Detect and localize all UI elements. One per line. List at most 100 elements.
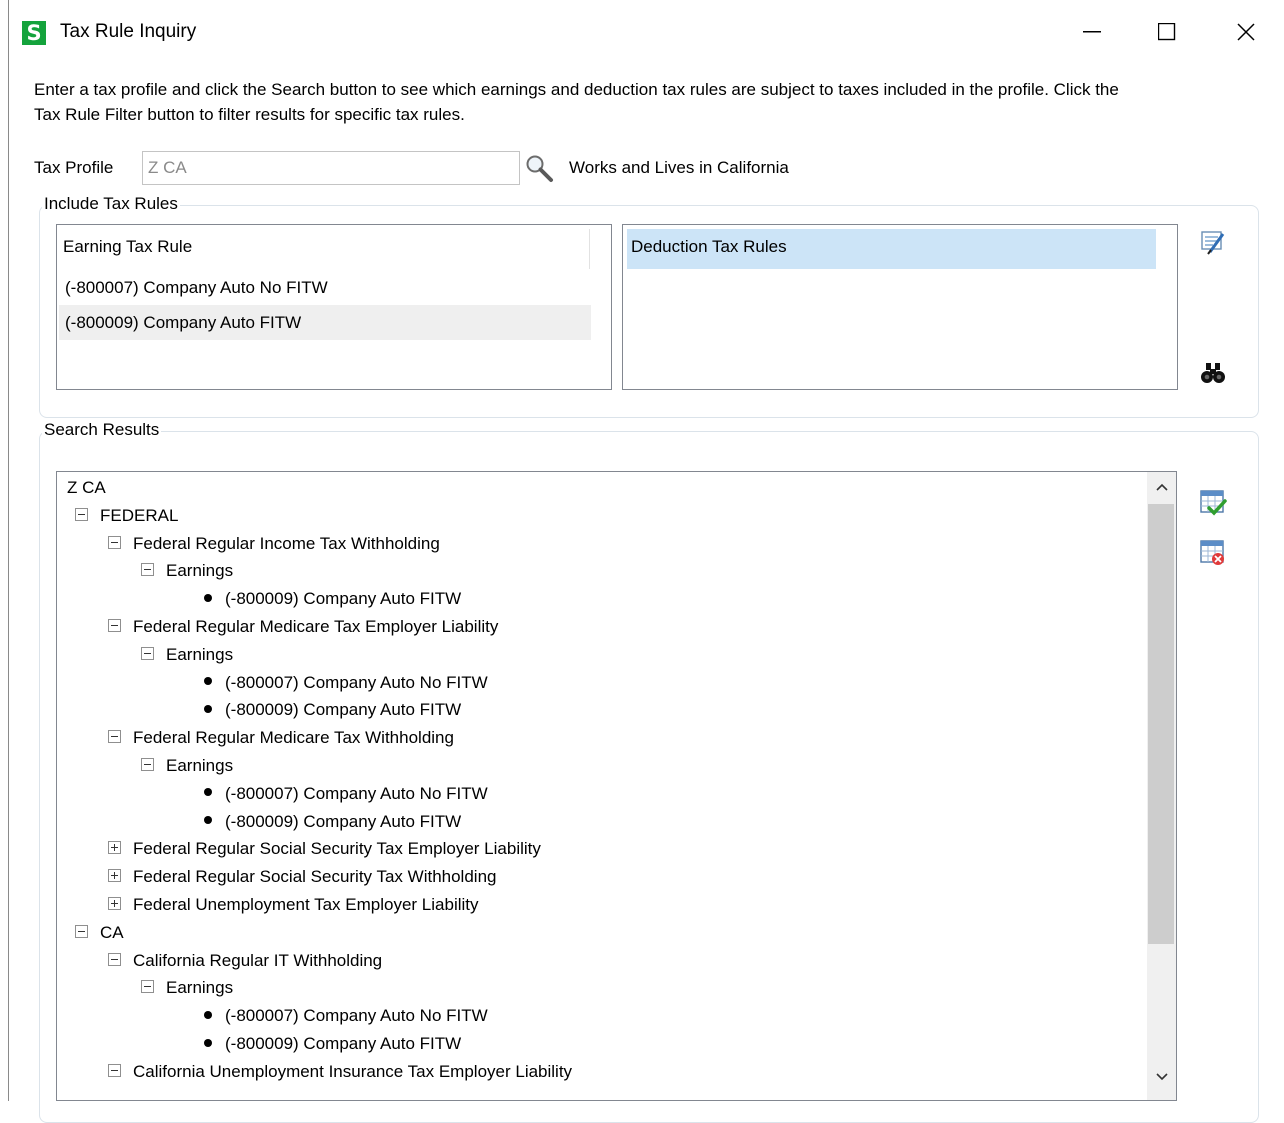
include-tax-rules-title: Include Tax Rules <box>42 194 180 214</box>
collapse-toggle-icon[interactable] <box>108 730 121 744</box>
tree-node-label: (-800009) Company Auto FITW <box>225 811 462 831</box>
tree-leaf-item[interactable]: (-800007) Company Auto No FITW <box>204 781 488 807</box>
binoculars-icon <box>1201 363 1225 383</box>
expand-toggle-icon[interactable] <box>108 869 121 883</box>
collapse-toggle-icon[interactable] <box>141 563 154 577</box>
tax-profile-input[interactable] <box>142 151 520 185</box>
tree-leaf-item[interactable]: (-800009) Company Auto FITW <box>204 809 461 835</box>
tree-node-label: Earnings <box>166 561 234 581</box>
expand-all-button[interactable] <box>1198 488 1230 520</box>
tree-node[interactable]: Earnings <box>141 753 233 779</box>
tree-leaf-item[interactable]: (-800007) Company Auto No FITW <box>204 1003 488 1029</box>
tree-node-label: Federal Regular Social Security Tax Empl… <box>133 839 541 859</box>
scrollbar-thumb[interactable] <box>1148 504 1174 944</box>
expand-toggle-icon[interactable] <box>108 841 121 855</box>
maximize-button[interactable] <box>1145 14 1189 50</box>
chevron-up-icon <box>1155 483 1168 491</box>
expand-toggle-icon[interactable] <box>108 897 121 911</box>
magnifier-icon <box>526 155 553 182</box>
tree-node-label: California Unemployment Insurance Tax Em… <box>133 1061 573 1081</box>
minimize-button[interactable] <box>1070 14 1114 50</box>
tax-rule-filter-icon <box>1201 231 1225 255</box>
tree-node-label: (-800009) Company Auto FITW <box>225 700 462 720</box>
bullet-icon <box>204 1010 212 1019</box>
maximize-icon <box>1158 23 1176 41</box>
tax-profile-label: Tax Profile <box>34 158 114 177</box>
tree-node[interactable]: Federal Regular Medicare Tax Employer Li… <box>108 614 498 640</box>
tree-node-label: California Regular IT Withholding <box>133 950 383 970</box>
collapse-toggle-icon[interactable] <box>141 646 154 660</box>
bullet-icon <box>204 788 212 797</box>
tree-node-label: Federal Regular Social Security Tax With… <box>133 867 497 887</box>
tree-leaf-item[interactable]: (-800009) Company Auto FITW <box>204 1031 461 1057</box>
tree-node[interactable]: California Unemployment Insurance Tax Em… <box>108 1059 572 1085</box>
earning-list-item[interactable]: (-800007) Company Auto No FITW <box>59 270 591 305</box>
tree-node-label: (-800007) Company Auto No FITW <box>225 672 488 692</box>
close-button[interactable] <box>1224 14 1268 50</box>
scroll-down-button[interactable] <box>1147 1062 1176 1092</box>
sage-logo-icon: S <box>22 21 46 45</box>
tree-node[interactable]: CA <box>75 920 124 946</box>
tree-node[interactable]: California Regular IT Withholding <box>108 948 382 974</box>
tree-node-label: (-800009) Company Auto FITW <box>225 1034 462 1053</box>
tree-node-label: (-800007) Company Auto No FITW <box>225 783 488 803</box>
tree-node[interactable]: Federal Regular Medicare Tax Withholding <box>108 725 454 751</box>
collapse-toggle-icon[interactable] <box>108 1063 121 1077</box>
column-divider <box>589 229 590 269</box>
tree-node-label: Federal Regular Income Tax Withholding <box>133 533 440 553</box>
bullet-icon <box>204 704 212 713</box>
tree-node-label: Federal Regular Medicare Tax Withholding <box>133 728 454 748</box>
chevron-down-icon <box>1155 1073 1168 1081</box>
tree-node-label: Federal Regular Medicare Tax Employer Li… <box>133 617 499 636</box>
earning-list-item[interactable]: (-800009) Company Auto FITW <box>59 305 591 340</box>
collapse-toggle-icon[interactable] <box>75 507 88 521</box>
collapse-toggle-icon[interactable] <box>108 619 121 633</box>
collapse-toggle-icon[interactable] <box>108 535 121 549</box>
collapse-all-button[interactable] <box>1198 538 1230 570</box>
tree-node-label: CA <box>100 922 124 942</box>
minimize-icon <box>1083 31 1101 33</box>
collapse-toggle-icon[interactable] <box>75 924 88 938</box>
collapse-toggle-icon[interactable] <box>141 758 154 772</box>
window-title: Tax Rule Inquiry <box>60 21 197 42</box>
tree-node[interactable]: Earnings <box>141 975 233 1001</box>
tree-leaf-item[interactable]: (-800007) Company Auto No FITW <box>204 670 488 696</box>
tree-node[interactable]: Federal Regular Social Security Tax With… <box>108 864 496 890</box>
tax-rule-filter-button[interactable] <box>1197 226 1229 258</box>
close-icon <box>1237 23 1255 41</box>
collapse-toggle-icon[interactable] <box>141 980 154 994</box>
vertical-scrollbar[interactable] <box>1147 472 1176 1100</box>
tree-node-label: Earnings <box>166 644 234 664</box>
tree-node-label: (-800009) Company Auto FITW <box>225 589 462 609</box>
tree-node[interactable]: Federal Regular Income Tax Withholding <box>108 531 440 557</box>
tax-profile-description: Works and Lives in California <box>569 158 789 177</box>
earning-tax-rule-header: Earning Tax Rule <box>63 237 193 256</box>
tax-rule-inquiry-window: S Tax Rule Inquiry Enter a tax profile a… <box>8 0 1284 1123</box>
tree-node[interactable]: Earnings <box>141 642 233 668</box>
scroll-up-button[interactable] <box>1147 472 1176 502</box>
search-button[interactable] <box>523 152 555 184</box>
tree-leaf-item[interactable]: (-800009) Company Auto FITW <box>204 697 461 723</box>
bullet-icon <box>204 593 212 602</box>
bullet-icon <box>204 677 212 686</box>
tree-node[interactable]: Earnings <box>141 558 233 584</box>
search-results-tree[interactable]: Z CA FEDERAL Federal Regular Income Tax Wi… <box>56 471 1177 1101</box>
tree-node[interactable]: Federal Regular Social Security Tax Empl… <box>108 836 541 862</box>
collapse-toggle-icon[interactable] <box>108 952 121 966</box>
tree-node-label: Earnings <box>166 756 234 775</box>
tree-node-label: FEDERAL <box>100 505 179 525</box>
bullet-icon <box>204 1038 212 1047</box>
deduction-tax-rule-list[interactable]: Deduction Tax Rules <box>622 224 1178 390</box>
tree-leaf-item[interactable]: (-800009) Company Auto FITW <box>204 586 461 612</box>
find-button[interactable] <box>1198 357 1230 389</box>
tree-node[interactable]: FEDERAL <box>75 503 178 529</box>
grid-check-icon <box>1200 490 1227 516</box>
bullet-icon <box>204 816 212 825</box>
search-results-title: Search Results <box>42 420 162 440</box>
tree-node-label: (-800007) Company Auto No FITW <box>225 1006 488 1026</box>
tree-node[interactable]: Federal Unemployment Tax Employer Liabil… <box>108 892 479 918</box>
earning-tax-rule-list[interactable]: Earning Tax Rule (-800007) Company Auto … <box>56 224 612 390</box>
tree-node-label: Earnings <box>166 978 234 998</box>
tree-node-label: Z CA <box>67 478 106 497</box>
tree-node[interactable]: Z CA <box>67 475 106 501</box>
